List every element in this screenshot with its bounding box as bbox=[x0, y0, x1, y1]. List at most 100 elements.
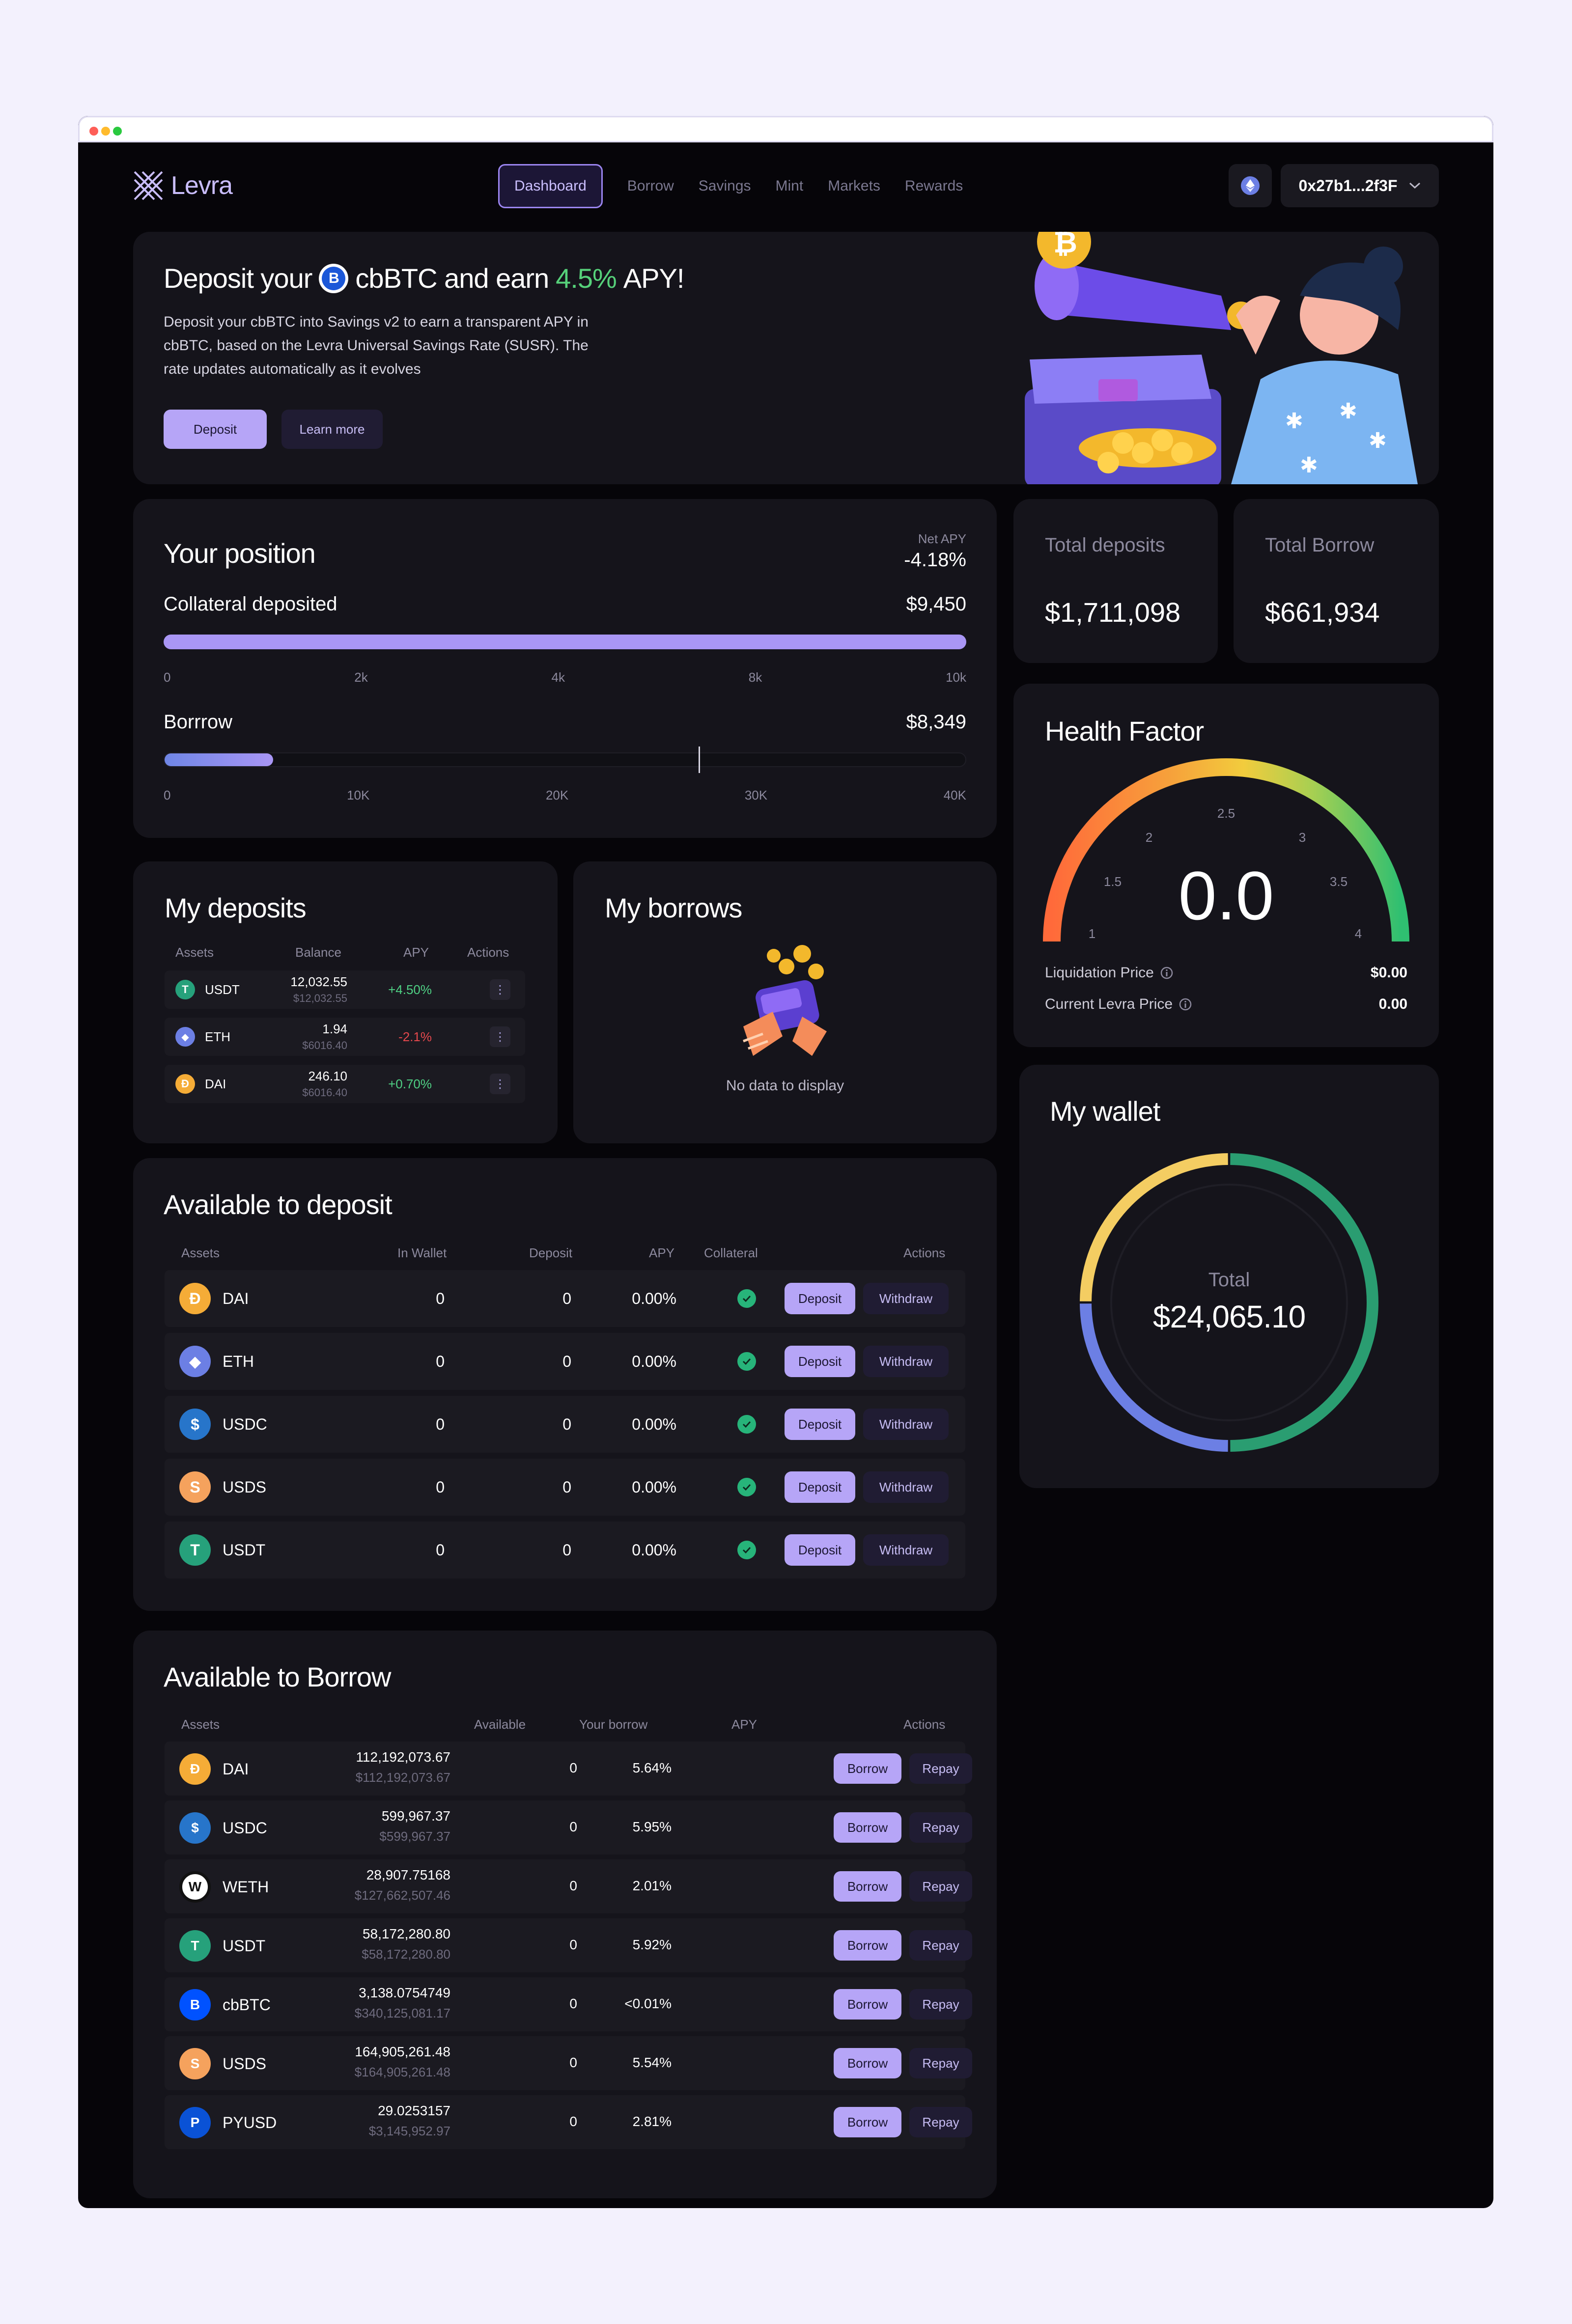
collateral-check-icon[interactable] bbox=[737, 1478, 756, 1496]
borrow-bar-fill bbox=[165, 753, 273, 766]
collateral-check-icon[interactable] bbox=[737, 1541, 756, 1559]
borrow-tick: 20K bbox=[545, 788, 569, 802]
withdraw-button[interactable]: Withdraw bbox=[863, 1409, 949, 1440]
nav-rewards[interactable]: Rewards bbox=[905, 164, 987, 208]
hero-banner: Deposit your B cbBTC and earn 4.5% APY! … bbox=[133, 232, 1439, 484]
repay-button[interactable]: Repay bbox=[909, 1930, 972, 1961]
wallet-total-value: $24,065.10 bbox=[1152, 1299, 1306, 1334]
apy-value: 0.00% bbox=[632, 1415, 676, 1433]
gauge-tick: 3.5 bbox=[1330, 874, 1347, 889]
withdraw-button[interactable]: Withdraw bbox=[863, 1346, 949, 1377]
borrow-button[interactable]: Borrow bbox=[834, 2048, 901, 2078]
dai-icon: Ð bbox=[179, 1283, 211, 1314]
deposit-value: 0 bbox=[562, 1541, 571, 1559]
borrow-table-row: P PYUSD 29.0253157 $3,145,952.97 0 2.81% Borro… bbox=[165, 2095, 972, 2149]
borrow-button[interactable]: Borrow bbox=[834, 1930, 901, 1961]
col-actions: Actions bbox=[903, 1245, 946, 1260]
repay-button[interactable]: Repay bbox=[909, 1871, 972, 1902]
deposit-row[interactable]: ◆ ETH 1.94 $6016.40 -2.1% ⋮ bbox=[165, 1018, 525, 1056]
borrow-button[interactable]: Borrow bbox=[834, 1753, 901, 1784]
your-borrow-value: 0 bbox=[569, 1760, 577, 1775]
hero-deposit-button[interactable]: Deposit bbox=[164, 410, 267, 449]
your-borrow-value: 0 bbox=[569, 2055, 577, 2070]
total-deposits-value: $1,711,098 bbox=[1045, 597, 1181, 628]
collateral-check-icon[interactable] bbox=[737, 1415, 756, 1434]
usdt-icon: T bbox=[179, 1930, 211, 1962]
col-available: Available bbox=[474, 1717, 526, 1732]
nav-dashboard[interactable]: Dashboard bbox=[498, 164, 603, 208]
liquidation-price-value: $0.00 bbox=[1370, 965, 1407, 981]
col-apy: APY bbox=[403, 945, 429, 960]
collateral-tick: 8k bbox=[748, 670, 762, 685]
weth-icon: W bbox=[179, 1871, 211, 1903]
more-actions-icon[interactable]: ⋮ bbox=[490, 979, 510, 1000]
borrow-button[interactable]: Borrow bbox=[834, 2107, 901, 2137]
my-deposits-card: My deposits Assets Balance APY Actions T… bbox=[133, 861, 558, 1143]
hero-title-apy: 4.5% bbox=[556, 263, 617, 294]
collateral-bar-fill bbox=[164, 635, 966, 649]
info-icon[interactable] bbox=[1160, 966, 1174, 980]
deposit-button[interactable]: Deposit bbox=[785, 1283, 855, 1314]
col-your-borrow: Your borrow bbox=[579, 1717, 648, 1732]
position-title: Your position bbox=[164, 538, 316, 569]
wallet-address-button[interactable]: 0x27b1...2f3F bbox=[1281, 164, 1439, 207]
repay-button[interactable]: Repay bbox=[909, 2048, 972, 2078]
more-actions-icon[interactable]: ⋮ bbox=[490, 1026, 510, 1047]
collateral-check-icon[interactable] bbox=[737, 1289, 756, 1308]
nav-savings[interactable]: Savings bbox=[699, 164, 776, 208]
deposit-balance: 1.94 bbox=[322, 1022, 347, 1036]
svg-text:₿: ₿ bbox=[1053, 232, 1077, 259]
nav-borrow[interactable]: Borrow bbox=[627, 164, 699, 208]
deposit-table-row: Ð DAI 0 0 0.00% Deposit Withdraw bbox=[165, 1270, 965, 1327]
collateral-check-icon[interactable] bbox=[737, 1352, 756, 1371]
close-window-button[interactable] bbox=[89, 127, 98, 136]
info-icon[interactable] bbox=[1179, 997, 1192, 1011]
brand-logo[interactable]: Levra bbox=[133, 170, 233, 201]
deposit-row[interactable]: T USDT 12,032.55 $12,032.55 +4.50% ⋮ bbox=[165, 970, 525, 1009]
borrow-button[interactable]: Borrow bbox=[834, 1989, 901, 2020]
available-usd: $58,172,280.80 bbox=[362, 1947, 450, 1962]
maximize-window-button[interactable] bbox=[113, 127, 122, 136]
deposit-button[interactable]: Deposit bbox=[785, 1471, 855, 1503]
repay-button[interactable]: Repay bbox=[909, 1753, 972, 1784]
borrow-button[interactable]: Borrow bbox=[834, 1871, 901, 1902]
usdt-icon: T bbox=[179, 1534, 211, 1566]
deposit-table-row: T USDT 0 0 0.00% Deposit Withdraw bbox=[165, 1522, 965, 1578]
asset-name: cbBTC bbox=[223, 1996, 271, 2014]
deposit-row[interactable]: Ð DAI 246.10 $6016.40 +0.70% ⋮ bbox=[165, 1065, 525, 1103]
repay-button[interactable]: Repay bbox=[909, 2107, 972, 2137]
collateral-tick: 10k bbox=[946, 670, 966, 685]
network-selector-button[interactable] bbox=[1229, 164, 1272, 207]
apy-value: 5.95% bbox=[632, 1819, 672, 1834]
gauge-tick: 2.5 bbox=[1217, 806, 1235, 821]
deposit-value: 0 bbox=[562, 1478, 571, 1496]
col-assets: Assets bbox=[181, 1245, 220, 1260]
more-actions-icon[interactable]: ⋮ bbox=[490, 1074, 510, 1094]
your-borrow-value: 0 bbox=[569, 1937, 577, 1952]
total-borrow-label: Total Borrow bbox=[1265, 534, 1375, 556]
minimize-window-button[interactable] bbox=[101, 127, 110, 136]
col-actions: Actions bbox=[903, 1717, 946, 1732]
borrow-bar-track bbox=[164, 747, 966, 773]
borrow-button[interactable]: Borrow bbox=[834, 1812, 901, 1843]
withdraw-button[interactable]: Withdraw bbox=[863, 1471, 949, 1503]
repay-button[interactable]: Repay bbox=[909, 1812, 972, 1843]
asset-name: DAI bbox=[223, 1290, 249, 1307]
svg-text:✱: ✱ bbox=[1339, 399, 1357, 423]
deposit-button[interactable]: Deposit bbox=[785, 1409, 855, 1440]
col-collateral: Collateral bbox=[704, 1245, 758, 1260]
nav-markets[interactable]: Markets bbox=[828, 164, 905, 208]
withdraw-button[interactable]: Withdraw bbox=[863, 1283, 949, 1314]
col-apy: APY bbox=[731, 1717, 758, 1732]
nav-mint[interactable]: Mint bbox=[776, 164, 828, 208]
deposit-button[interactable]: Deposit bbox=[785, 1534, 855, 1566]
apy-value: 0.00% bbox=[632, 1541, 676, 1559]
brand-name: Levra bbox=[171, 171, 233, 200]
repay-button[interactable]: Repay bbox=[909, 1989, 972, 2020]
my-borrows-card: My borrows No data to display bbox=[573, 861, 997, 1143]
hero-learn-more-button[interactable]: Learn more bbox=[281, 410, 383, 449]
usds-icon: S bbox=[179, 1471, 211, 1503]
withdraw-button[interactable]: Withdraw bbox=[863, 1534, 949, 1566]
deposit-button[interactable]: Deposit bbox=[785, 1346, 855, 1377]
available-amount: 28,907.75168 bbox=[366, 1867, 450, 1882]
